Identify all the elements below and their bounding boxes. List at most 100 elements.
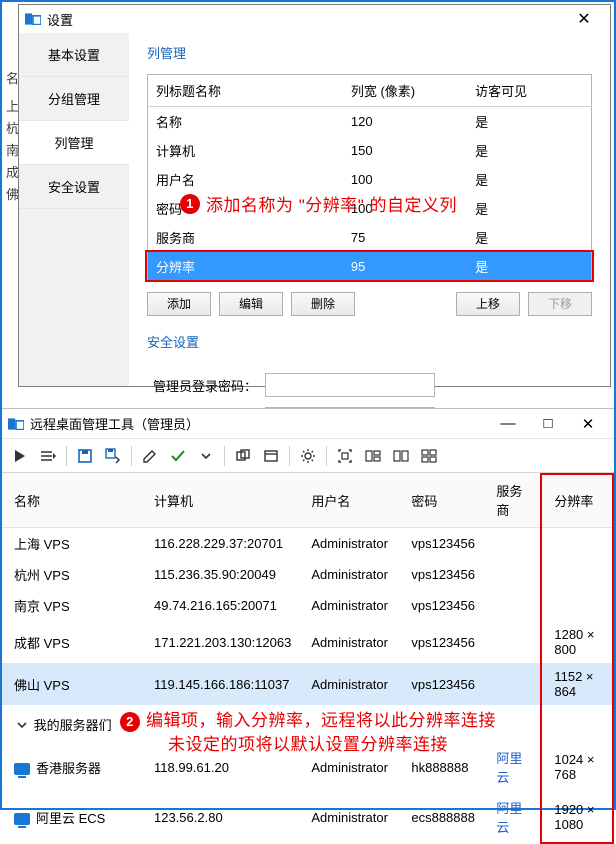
cell-width: 100 xyxy=(343,194,467,223)
move-up-button[interactable]: 上移 xyxy=(456,292,520,316)
background-sliver: 名 上 杭 南 成 佛 xyxy=(2,2,18,408)
save-dropdown-icon[interactable] xyxy=(99,443,127,469)
cell-name: 计算机 xyxy=(148,136,343,165)
cell-pwd: vps123456 xyxy=(399,590,484,621)
column-table-row[interactable]: 分辨率95是 xyxy=(148,252,592,282)
add-button[interactable]: 添加 xyxy=(147,292,211,316)
cell-name: 杭州 VPS xyxy=(2,559,142,590)
grid-row[interactable]: 上海 VPS116.228.229.37:20701Administratorv… xyxy=(2,528,614,560)
annotation-number-2: 2 xyxy=(120,712,140,732)
column-table-row[interactable]: 计算机150是 xyxy=(148,136,592,165)
move-down-button[interactable]: 下移 xyxy=(528,292,592,316)
cell-visible: 是 xyxy=(467,252,591,282)
cell-name: 上海 VPS xyxy=(2,528,142,560)
cell-name: 服务商 xyxy=(148,223,343,252)
cell-width: 120 xyxy=(343,107,467,137)
cell-name: 用户名 xyxy=(148,165,343,194)
maximize-button[interactable]: □ xyxy=(528,415,568,433)
admin-password-row: 管理员登录密码： xyxy=(147,373,592,397)
section-title-columns: 列管理 xyxy=(147,43,186,62)
grid-row[interactable]: 南京 VPS49.74.216.165:20071Administratorvp… xyxy=(2,590,614,621)
column-table-row[interactable]: 服务商75是 xyxy=(148,223,592,252)
cell-user: Administrator xyxy=(299,663,399,705)
edit-icon[interactable] xyxy=(136,443,164,469)
section-title-security: 安全设置 xyxy=(147,332,199,351)
main-titlebar[interactable]: 远程桌面管理工具（管理员） — □ ✕ xyxy=(2,409,614,439)
tab-group-manage[interactable]: 分组管理 xyxy=(19,77,129,121)
cell-provider xyxy=(484,559,542,590)
cell-width: 75 xyxy=(343,223,467,252)
app-icon xyxy=(8,418,24,430)
cell-visible: 是 xyxy=(467,194,591,223)
tile-3-icon[interactable] xyxy=(359,443,387,469)
column-table-row[interactable]: 密码100是 xyxy=(148,194,592,223)
cell-resolution: 1280 × 800 xyxy=(542,621,614,663)
single-window-icon[interactable] xyxy=(257,443,285,469)
col-header-visible[interactable]: 访客可见 xyxy=(467,75,591,107)
column-table[interactable]: 列标题名称 列宽 (像素) 访客可见 名称120是计算机150是用户名100是密… xyxy=(147,74,592,282)
column-table-row[interactable]: 名称120是 xyxy=(148,107,592,137)
dialog-title: 设置 xyxy=(47,10,73,29)
annotation-text-2a: 编辑项，输入分辨率，远程将以此分辨率连接 xyxy=(146,711,496,730)
grid-col-provider[interactable]: 服务商 xyxy=(484,473,542,528)
cell-user: Administrator xyxy=(299,559,399,590)
annotation-callout-2: 2 编辑项，输入分辨率，远程将以此分辨率连接 未设定的项将以默认设置分辨率连接 xyxy=(2,709,614,757)
grid-row[interactable]: 阿里云 ECS123.56.2.80Administratorecs888888… xyxy=(2,792,614,842)
tile-4-icon[interactable] xyxy=(415,443,443,469)
col-header-width[interactable]: 列宽 (像素) xyxy=(343,75,467,107)
cell-host: 49.74.216.165:20071 xyxy=(142,590,299,621)
tab-security-settings[interactable]: 安全设置 xyxy=(19,165,129,209)
window-close-button[interactable]: ✕ xyxy=(568,415,608,433)
monitor-icon xyxy=(14,813,30,825)
check-icon[interactable] xyxy=(164,443,192,469)
save-icon[interactable] xyxy=(71,443,99,469)
grid-row[interactable]: 佛山 VPS119.145.166.186:11037Administrator… xyxy=(2,663,614,705)
cell-pwd: vps123456 xyxy=(399,621,484,663)
cell-name: 阿里云 ECS xyxy=(2,792,142,842)
settings-tab-list: 基本设置 分组管理 列管理 安全设置 xyxy=(19,33,129,386)
dialog-titlebar[interactable]: 设置 ✕ xyxy=(19,5,610,33)
cell-name: 分辨率 xyxy=(148,252,343,282)
grid-col-host[interactable]: 计算机 xyxy=(142,473,299,528)
column-table-row[interactable]: 用户名100是 xyxy=(148,165,592,194)
admin-password-input[interactable] xyxy=(265,373,435,397)
cell-host: 116.228.229.37:20701 xyxy=(142,528,299,560)
cell-provider xyxy=(484,590,542,621)
cell-width: 100 xyxy=(343,165,467,194)
cell-user: Administrator xyxy=(299,792,399,842)
tab-column-manage[interactable]: 列管理 xyxy=(19,121,129,165)
play-icon[interactable] xyxy=(6,443,34,469)
grid-col-name[interactable]: 名称 xyxy=(2,473,142,528)
window-controls: — □ ✕ xyxy=(488,415,608,433)
col-header-name[interactable]: 列标题名称 xyxy=(148,75,343,107)
open-menu-icon[interactable] xyxy=(34,443,62,469)
annotation-text-2b: 未设定的项将以默认设置分辨率连接 xyxy=(2,733,614,757)
tab-basic-settings[interactable]: 基本设置 xyxy=(19,33,129,77)
cell-name: 成都 VPS xyxy=(2,621,142,663)
cell-pwd: vps123456 xyxy=(399,528,484,560)
edit-button[interactable]: 编辑 xyxy=(219,292,283,316)
dialog-close-button[interactable]: ✕ xyxy=(564,9,604,29)
connection-grid: 名称 计算机 用户名 密码 服务商 分辨率 上海 VPS116.228.229.… xyxy=(2,473,614,842)
grid-col-user[interactable]: 用户名 xyxy=(299,473,399,528)
cell-host: 171.221.203.130:12063 xyxy=(142,621,299,663)
grid-col-resolution[interactable]: 分辨率 xyxy=(542,473,614,528)
cell-user: Administrator xyxy=(299,528,399,560)
cell-resolution xyxy=(542,590,614,621)
cell-resolution xyxy=(542,528,614,560)
cell-provider[interactable]: 阿里云 xyxy=(484,792,542,842)
gear-icon[interactable] xyxy=(294,443,322,469)
grid-row[interactable]: 成都 VPS171.221.203.130:12063Administrator… xyxy=(2,621,614,663)
fullscreen-icon[interactable] xyxy=(331,443,359,469)
cell-pwd: vps123456 xyxy=(399,663,484,705)
dropdown-caret-icon[interactable] xyxy=(192,443,220,469)
overlap-windows-icon[interactable] xyxy=(229,443,257,469)
grid-row[interactable]: 杭州 VPS115.236.35.90:20049Administratorvp… xyxy=(2,559,614,590)
tile-2-icon[interactable] xyxy=(387,443,415,469)
delete-button[interactable]: 删除 xyxy=(291,292,355,316)
minimize-button[interactable]: — xyxy=(488,415,528,433)
cell-host: 119.145.166.186:11037 xyxy=(142,663,299,705)
grid-col-pwd[interactable]: 密码 xyxy=(399,473,484,528)
cell-visible: 是 xyxy=(467,136,591,165)
cell-visible: 是 xyxy=(467,107,591,137)
